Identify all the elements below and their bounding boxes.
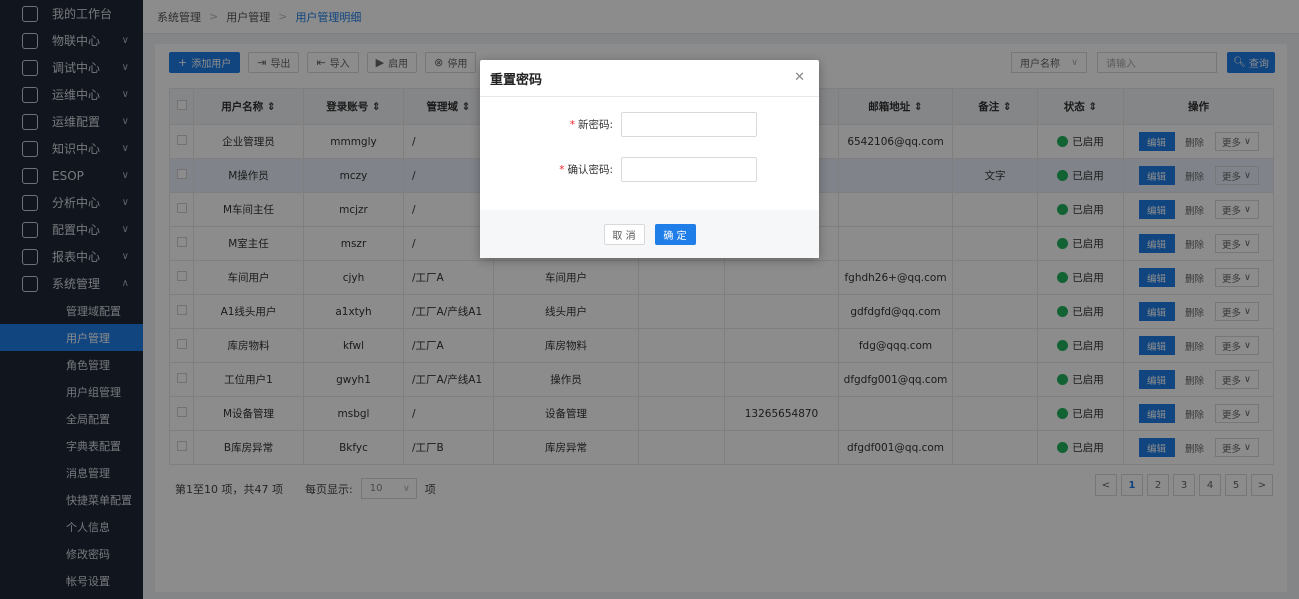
confirm-password-row: * 确认密码: xyxy=(480,157,819,182)
confirm-button[interactable]: 确 定 xyxy=(654,223,696,245)
dialog-title: 重置密码 xyxy=(490,72,543,88)
confirm-password-label: * 确认密码: xyxy=(559,164,613,176)
new-password-row: * 新密码: xyxy=(480,112,819,137)
cancel-button[interactable]: 取 消 xyxy=(603,223,645,245)
new-password-label: * 新密码: xyxy=(569,119,613,131)
close-icon[interactable]: ✕ xyxy=(794,70,805,85)
confirm-password-input[interactable] xyxy=(621,157,757,182)
dialog-header: 重置密码 ✕ xyxy=(480,60,819,97)
reset-password-dialog: 重置密码 ✕ * 新密码: * 确认密码: 取 消 确 定 xyxy=(480,60,819,258)
dialog-footer: 取 消 确 定 xyxy=(480,210,819,258)
new-password-input[interactable] xyxy=(621,112,757,137)
